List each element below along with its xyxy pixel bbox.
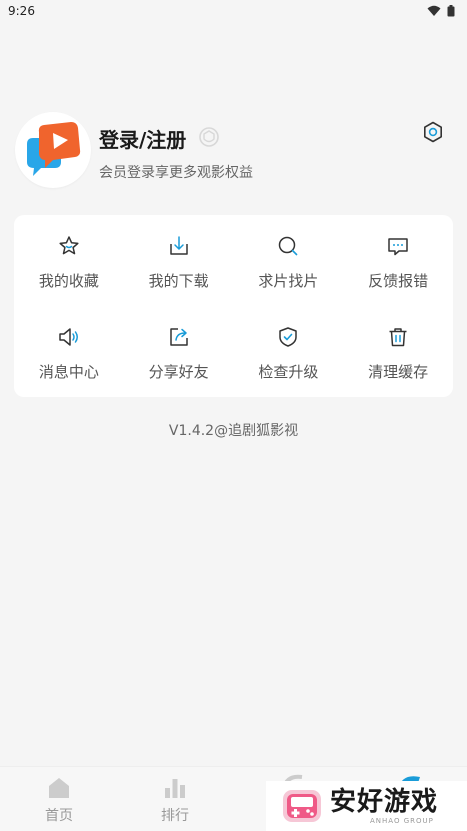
feedback-icon [388, 238, 408, 256]
vip-badge-icon [199, 127, 219, 147]
avatar[interactable] [15, 112, 91, 188]
wifi-icon [427, 5, 441, 16]
trash-icon [389, 328, 407, 347]
settings-icon[interactable] [421, 120, 445, 144]
menu-item-favorites[interactable]: 我的收藏 [14, 215, 124, 306]
menu-item-request[interactable]: 求片找片 [234, 215, 344, 306]
menu-item-label: 清理缓存 [368, 363, 429, 381]
watermark-text: 安好游戏 ANHAO GROUP [330, 787, 438, 825]
menu-item-label: 求片找片 [258, 272, 319, 290]
login-register-title[interactable]: 登录/注册 [99, 124, 186, 153]
watermark-title: 安好游戏 [330, 787, 439, 817]
menu-item-label: 反馈报错 [368, 272, 429, 290]
search-icon [279, 236, 298, 256]
watermark-subtitle: ANHAO GROUP [370, 817, 434, 825]
star-icon [59, 236, 79, 255]
menu-card: 我的收藏 我的下载 求片找片 反馈报错 消息中心 分享好友 检查升级 清理缓存 [14, 215, 453, 397]
nav-item-label: 排行 [161, 808, 189, 824]
menu-item-label: 我的下载 [148, 272, 209, 290]
login-subtitle: 会员登录享更多观影权益 [99, 165, 253, 181]
speaker-icon [59, 328, 78, 346]
menu-item-label: 分享好友 [148, 363, 209, 381]
menu-item-share[interactable]: 分享好友 [124, 306, 234, 397]
menu-item-feedback[interactable]: 反馈报错 [343, 215, 453, 306]
shield-check-icon [279, 327, 298, 347]
menu-item-messages[interactable]: 消息中心 [14, 306, 124, 397]
menu-item-label: 我的收藏 [38, 272, 99, 290]
version-text: V1.4.2@追剧狐影视 [168, 423, 299, 439]
nav-item-label: 首页 [45, 808, 73, 824]
app-logo-icon [27, 122, 81, 176]
menu-item-label: 消息中心 [38, 363, 99, 381]
download-icon [169, 236, 188, 255]
menu-item-update[interactable]: 检查升级 [234, 306, 344, 397]
gamepad-logo-icon [283, 790, 321, 822]
battery-icon [447, 5, 455, 17]
menu-item-downloads[interactable]: 我的下载 [124, 215, 234, 306]
status-time: 9:26 [8, 4, 35, 18]
home-icon [49, 778, 69, 798]
profile-section[interactable]: 登录/注册 会员登录享更多观影权益 [15, 112, 455, 192]
nav-item-home[interactable]: 首页 [29, 775, 89, 825]
status-bar: 9:26 [0, 0, 467, 22]
watermark: 安好游戏 ANHAO GROUP [266, 781, 467, 831]
nav-item-ranking[interactable]: 排行 [145, 775, 205, 825]
share-icon [169, 328, 188, 346]
menu-item-label: 检查升级 [258, 363, 319, 381]
status-icons [427, 5, 455, 17]
chart-icon [165, 779, 185, 798]
menu-item-clear-cache[interactable]: 清理缓存 [343, 306, 453, 397]
